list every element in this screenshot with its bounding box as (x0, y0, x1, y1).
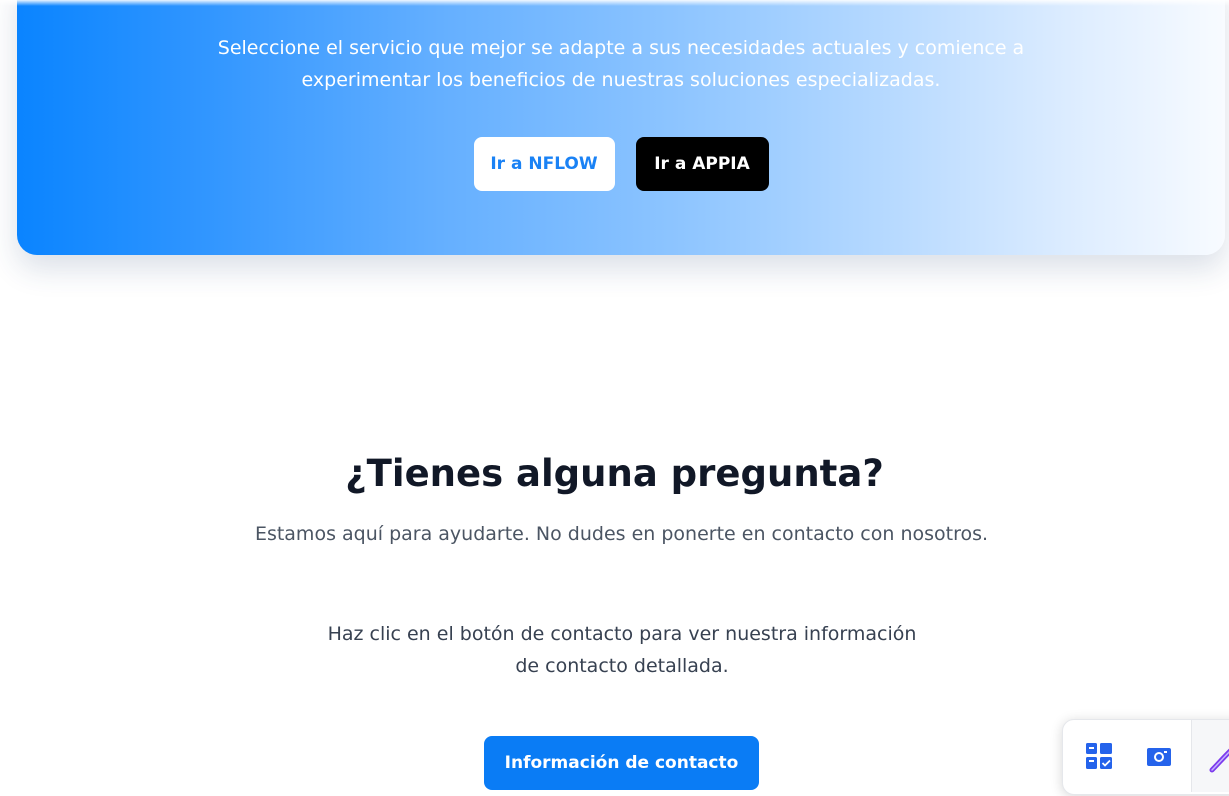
go-to-nflow-button[interactable]: Ir a NFLOW (473, 137, 615, 191)
pen-icon (1209, 748, 1229, 773)
floating-tools-tray (1062, 719, 1229, 795)
contact-note: Haz clic en el botón de contacto para ve… (327, 623, 917, 677)
contact-title: ¿Tienes alguna pregunta? (345, 452, 884, 495)
go-to-appia-button[interactable]: Ir a APPIA (635, 137, 769, 191)
board-icon[interactable] (1085, 742, 1113, 770)
cta-banner: Seleccione el servicio que mejor se adap… (17, 0, 1225, 255)
page: Seleccione el servicio que mejor se adap… (0, 0, 1229, 796)
cta-subtitle: Seleccione el servicio que mejor se adap… (217, 37, 1025, 91)
camera-icon[interactable] (1145, 742, 1173, 770)
top-fade (0, 0, 1229, 6)
pen-tool[interactable] (1191, 720, 1229, 792)
contact-subtitle: Estamos aquí para ayudarte. No dudes en … (254, 523, 989, 545)
cta-buttons: Ir a NFLOW Ir a APPIA (17, 137, 1225, 191)
contact-info-button[interactable]: Información de contacto (484, 736, 759, 790)
